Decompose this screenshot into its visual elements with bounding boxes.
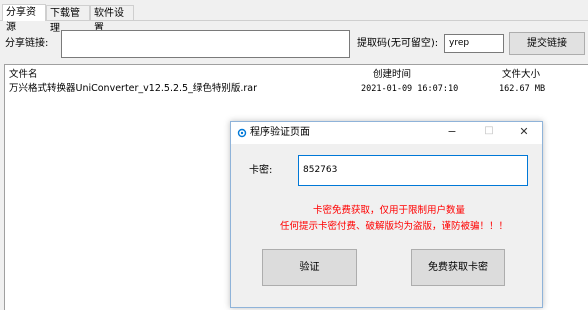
key-input[interactable]: 852763 <box>298 155 528 186</box>
column-header-filename[interactable]: 文件名 <box>9 68 38 81</box>
close-icon[interactable]: ✕ <box>514 125 534 138</box>
notice-free-key: 卡密免费获取，仅用于限制用户数量 <box>313 205 466 216</box>
table-row-size: 162.67 MB <box>499 84 546 94</box>
share-link-label: 分享链接: <box>5 38 49 49</box>
tab-download-manager[interactable]: 下载管理 <box>46 5 90 34</box>
extract-code-input[interactable]: yrep <box>444 34 504 53</box>
table-row-filename[interactable]: 万兴格式转换器UniConverter_v12.5.2.5_绿色特别版.rar <box>9 82 257 95</box>
extract-code-label: 提取码(无可留空): <box>357 38 439 49</box>
maximize-icon[interactable]: □ <box>479 125 499 136</box>
key-label: 卡密: <box>249 165 273 176</box>
column-header-size[interactable]: 文件大小 <box>502 68 540 81</box>
minimize-icon[interactable]: − <box>442 125 462 138</box>
get-free-key-button[interactable]: 免费获取卡密 <box>411 249 505 286</box>
share-link-input[interactable] <box>61 30 350 58</box>
notice-anti-fraud: 任何提示卡密付费、破解版均为盗版，谨防被骗！！！ <box>280 221 509 232</box>
submit-link-button[interactable]: 提交链接 <box>509 32 585 55</box>
dialog-title: 程序验证页面 <box>250 127 310 138</box>
tab-divider <box>0 20 588 21</box>
tab-bar: 分享资源 下载管理 软件设置 <box>0 4 588 34</box>
column-header-created[interactable]: 创建时间 <box>373 68 411 81</box>
tab-share-resources[interactable]: 分享资源 <box>2 4 46 33</box>
verify-button[interactable]: 验证 <box>262 249 357 286</box>
tab-settings[interactable]: 软件设置 <box>90 5 134 34</box>
table-row-created: 2021-01-09 16:07:10 <box>361 84 459 94</box>
verification-dialog: 程序验证页面 − □ ✕ 卡密: 852763 卡密免费获取，仅用于限制用户数量… <box>230 121 543 308</box>
app-icon <box>237 128 247 138</box>
